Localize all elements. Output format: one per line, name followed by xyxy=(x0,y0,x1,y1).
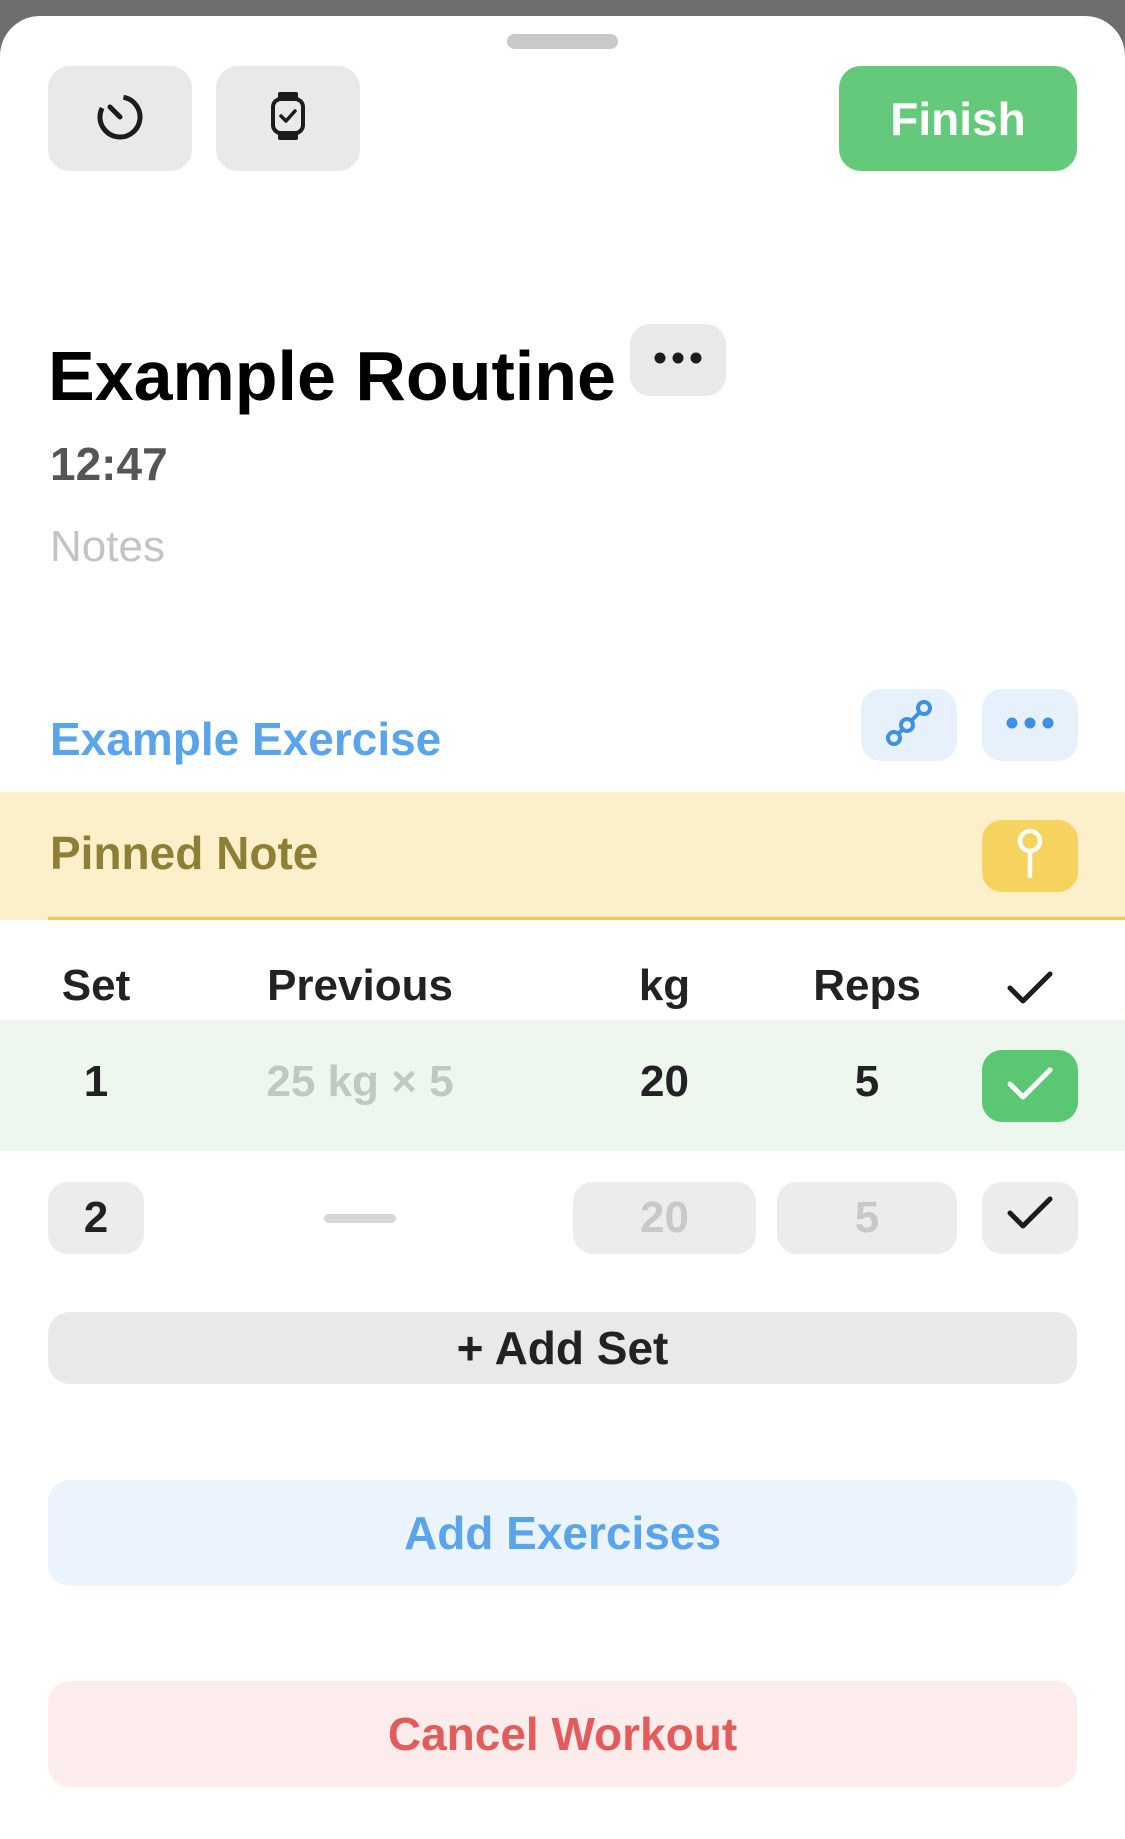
finish-button[interactable]: Finish xyxy=(839,66,1077,171)
sheet-grabber[interactable] xyxy=(507,34,618,49)
chart-link-icon xyxy=(885,699,933,752)
column-check-icon xyxy=(982,964,1078,1024)
workout-sheet: Finish Example Routine 12:47 Notes Examp… xyxy=(0,16,1125,1839)
pinned-note-text[interactable]: Pinned Note xyxy=(50,822,318,884)
ellipsis-icon xyxy=(1006,716,1054,734)
watch-icon xyxy=(268,90,308,147)
kg-input[interactable]: 20 xyxy=(573,1182,756,1254)
watch-button[interactable] xyxy=(216,66,360,171)
pin-button[interactable] xyxy=(982,820,1078,892)
timer-icon xyxy=(94,90,146,147)
set-number[interactable]: 1 xyxy=(48,1052,144,1112)
column-reps: Reps xyxy=(813,961,921,1010)
add-exercises-button[interactable]: Add Exercises xyxy=(48,1480,1077,1586)
column-kg: kg xyxy=(638,961,691,1010)
previous-value[interactable]: 25 kg × 5 xyxy=(220,1052,500,1112)
elapsed-time: 12:47 xyxy=(50,438,168,490)
add-set-button[interactable]: + Add Set xyxy=(48,1312,1077,1384)
column-previous: Previous xyxy=(267,961,453,1010)
reps-input[interactable]: 5 xyxy=(777,1182,957,1254)
cancel-workout-button[interactable]: Cancel Workout xyxy=(48,1681,1077,1787)
complete-set-button[interactable] xyxy=(982,1050,1078,1122)
complete-set-button[interactable] xyxy=(982,1182,1078,1254)
checkmark-icon xyxy=(1006,1193,1054,1244)
exercise-history-button[interactable] xyxy=(861,689,957,761)
column-set: Set xyxy=(61,961,131,1010)
checkmark-icon xyxy=(1006,1064,1054,1109)
kg-input[interactable]: 20 xyxy=(573,1052,756,1112)
set-number[interactable]: 2 xyxy=(48,1182,144,1254)
previous-empty-dash xyxy=(324,1214,396,1223)
pinned-note[interactable]: Pinned Note xyxy=(0,792,1125,920)
pin-icon xyxy=(1016,828,1044,885)
notes-field[interactable]: Notes xyxy=(50,519,165,575)
exercise-more-button[interactable] xyxy=(982,689,1078,761)
workout-more-button[interactable] xyxy=(630,324,726,396)
reps-input[interactable]: 5 xyxy=(777,1052,957,1112)
pinned-note-divider xyxy=(48,917,1125,920)
ellipsis-icon xyxy=(654,351,702,369)
rest-timer-button[interactable] xyxy=(48,66,192,171)
workout-title[interactable]: Example Routine xyxy=(48,334,616,418)
exercise-name[interactable]: Example Exercise xyxy=(50,708,441,770)
